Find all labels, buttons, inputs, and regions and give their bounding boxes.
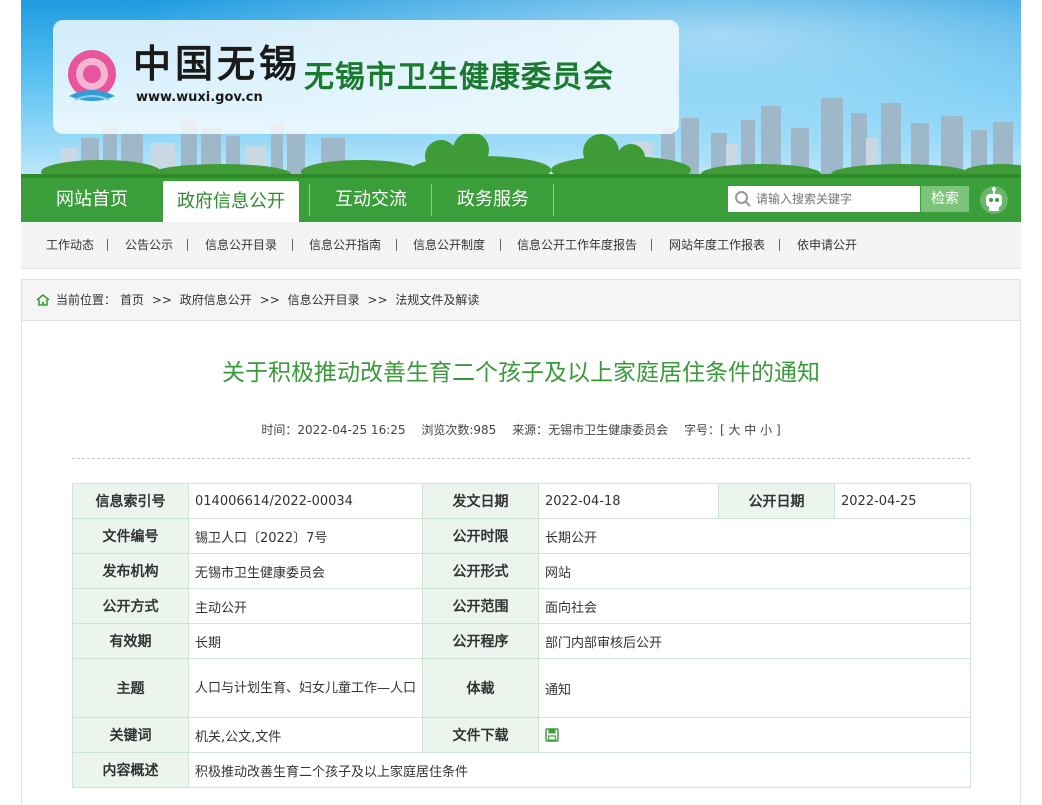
label-doc-no: 文件编号 xyxy=(72,518,189,554)
label-keywords: 关键词 xyxy=(72,717,189,753)
main-nav: 网站首页 政府信息公开 互动交流 政务服务 检索 xyxy=(21,178,1021,222)
fontsize-switcher[interactable]: [ 大 中 小 ] xyxy=(720,423,781,437)
page: 中国无锡 www.wuxi.gov.cn 无锡市卫生健康委员会 网站首页 政府信… xyxy=(21,0,1021,805)
content-panel: 当前位置： 首页 >> 政府信息公开 >> 信息公开目录 >> 法规文件及解读 关… xyxy=(21,279,1021,805)
meta-fontsize: 字号：[ 大 中 小 ] xyxy=(683,423,781,437)
label-publish-date: 公开日期 xyxy=(718,483,835,519)
search-button[interactable]: 检索 xyxy=(921,186,969,212)
value-keywords: 机关,公文,文件 xyxy=(188,717,423,753)
breadcrumb-info-catalog[interactable]: 信息公开目录 xyxy=(288,293,360,307)
divider xyxy=(72,458,970,459)
subnav-item-annual-report[interactable]: 信息公开工作年度报告 xyxy=(517,222,637,268)
value-publish-date: 2022-04-25 xyxy=(834,483,971,519)
robot-assistant-icon[interactable] xyxy=(979,185,1009,215)
breadcrumb-sep: >> xyxy=(259,293,280,307)
breadcrumb-sep: >> xyxy=(367,293,388,307)
sub-nav: 工作动态 公告公示 信息公开目录 信息公开指南 信息公开制度 信息公开工作年度报… xyxy=(21,222,1021,269)
table-row: 主题 人口与计划生育、妇女儿童工作—人口 体裁 通知 xyxy=(72,658,971,718)
value-summary: 积极推动改善生育二个孩子及以上家庭居住条件 xyxy=(188,752,971,788)
logo-text: 中国无锡 xyxy=(133,41,302,86)
value-scope: 面向社会 xyxy=(538,588,971,624)
breadcrumb-sep: >> xyxy=(151,293,172,307)
label-period: 公开时限 xyxy=(422,518,539,554)
value-method: 主动公开 xyxy=(188,588,423,624)
home-icon xyxy=(36,293,50,306)
table-row: 文件编号 锡卫人口〔2022〕7号 公开时限 长期公开 xyxy=(72,518,971,554)
subnav-item-apply[interactable]: 依申请公开 xyxy=(797,222,857,268)
search-input[interactable] xyxy=(756,189,916,209)
label-summary: 内容概述 xyxy=(72,752,189,788)
value-issue-date: 2022-04-18 xyxy=(538,483,719,519)
logo-url: www.wuxi.gov.cn xyxy=(136,90,263,105)
label-validity: 有效期 xyxy=(72,623,189,659)
value-validity: 长期 xyxy=(188,623,423,659)
value-form: 网站 xyxy=(538,553,971,589)
table-row: 发布机构 无锡市卫生健康委员会 公开形式 网站 xyxy=(72,553,971,589)
subnav-item-website-report[interactable]: 网站年度工作报表 xyxy=(669,222,765,268)
label-topic: 主题 xyxy=(72,658,189,718)
subnav-item-announcements[interactable]: 公告公示 xyxy=(125,222,173,268)
label-issue-date: 发文日期 xyxy=(422,483,539,519)
search-icon xyxy=(735,191,751,207)
breadcrumb-prefix: 当前位置： xyxy=(56,293,117,307)
value-topic: 人口与计划生育、妇女儿童工作—人口 xyxy=(188,658,423,718)
table-row: 内容概述 积极推动改善生育二个孩子及以上家庭居住条件 xyxy=(72,752,971,788)
label-genre: 体裁 xyxy=(422,658,539,718)
value-period: 长期公开 xyxy=(538,518,971,554)
wuxi-emblem-logo[interactable] xyxy=(61,46,123,108)
info-table: 信息索引号 014006614/2022-00034 发文日期 2022-04-… xyxy=(72,483,971,788)
header-banner: 中国无锡 www.wuxi.gov.cn 无锡市卫生健康委员会 xyxy=(21,0,1021,178)
label-form: 公开形式 xyxy=(422,553,539,589)
value-download xyxy=(538,717,971,753)
value-procedure: 部门内部审核后公开 xyxy=(538,623,971,659)
nav-item-gov-info[interactable]: 政府信息公开 xyxy=(163,181,299,222)
site-name: 无锡市卫生健康委员会 xyxy=(304,60,614,95)
subnav-item-info-system[interactable]: 信息公开制度 xyxy=(413,222,485,268)
label-org: 发布机构 xyxy=(72,553,189,589)
value-org: 无锡市卫生健康委员会 xyxy=(188,553,423,589)
subnav-item-info-guide[interactable]: 信息公开指南 xyxy=(309,222,381,268)
meta-views: 浏览次数:985 xyxy=(421,423,497,437)
label-method: 公开方式 xyxy=(72,588,189,624)
table-row: 关键词 机关,公文,文件 文件下载 xyxy=(72,717,971,753)
breadcrumb: 当前位置： 首页 >> 政府信息公开 >> 信息公开目录 >> 法规文件及解读 xyxy=(22,280,1020,321)
nav-item-services[interactable]: 政务服务 xyxy=(435,178,551,222)
label-scope: 公开范围 xyxy=(422,588,539,624)
label-procedure: 公开程序 xyxy=(422,623,539,659)
save-file-icon[interactable] xyxy=(545,728,559,742)
value-genre: 通知 xyxy=(538,658,971,718)
search-box xyxy=(728,186,920,212)
label-download: 文件下载 xyxy=(422,717,539,753)
value-index-no: 014006614/2022-00034 xyxy=(188,483,423,519)
meta-source: 来源：无锡市卫生健康委员会 xyxy=(512,423,669,437)
article-meta: 时间：2022-04-25 16:25 浏览次数:985 来源：无锡市卫生健康委… xyxy=(22,422,1020,438)
label-index-no: 信息索引号 xyxy=(72,483,189,519)
subnav-item-info-catalog[interactable]: 信息公开目录 xyxy=(205,222,277,268)
article-title: 关于积极推动改善生育二个孩子及以上家庭居住条件的通知 xyxy=(222,360,820,386)
table-row: 有效期 长期 公开程序 部门内部审核后公开 xyxy=(72,623,971,659)
table-row: 信息索引号 014006614/2022-00034 发文日期 2022-04-… xyxy=(72,483,971,519)
breadcrumb-home[interactable]: 首页 xyxy=(120,293,144,307)
meta-time: 时间：2022-04-25 16:25 xyxy=(261,423,406,437)
breadcrumb-gov-info[interactable]: 政府信息公开 xyxy=(180,293,252,307)
table-row: 公开方式 主动公开 公开范围 面向社会 xyxy=(72,588,971,624)
nav-item-interaction[interactable]: 互动交流 xyxy=(313,178,429,222)
nav-item-home[interactable]: 网站首页 xyxy=(35,178,149,222)
value-doc-no: 锡卫人口〔2022〕7号 xyxy=(188,518,423,554)
breadcrumb-current[interactable]: 法规文件及解读 xyxy=(395,293,479,307)
subnav-item-work-news[interactable]: 工作动态 xyxy=(46,222,94,268)
